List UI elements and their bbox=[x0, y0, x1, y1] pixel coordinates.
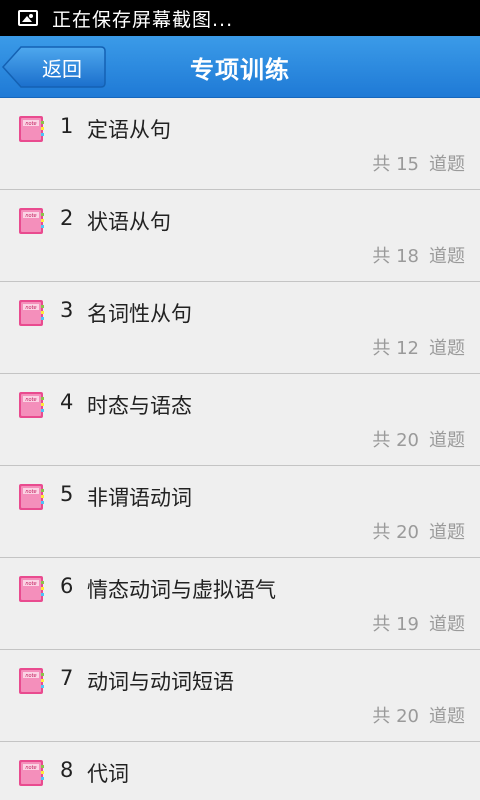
item-title: 名词性从句 bbox=[87, 302, 192, 326]
note-book-icon: note bbox=[19, 300, 44, 326]
item-index: 7 bbox=[60, 666, 74, 690]
item-count: 共 18 道题 bbox=[372, 242, 465, 268]
note-book-icon: note bbox=[19, 576, 44, 602]
count-unit: 道题 bbox=[429, 154, 465, 175]
note-book-icon: note bbox=[19, 208, 44, 234]
item-count: 共 19 道题 bbox=[372, 610, 465, 636]
item-title: 代词 bbox=[87, 762, 129, 786]
status-bar: 正在保存屏幕截图... bbox=[0, 0, 480, 36]
topic-list: note 1 定语从句 共 15 道题 note 2 状语从句 共 18 道题 bbox=[0, 98, 480, 800]
question-count: 共 19 bbox=[372, 614, 419, 635]
item-index: 6 bbox=[60, 574, 74, 598]
question-count: 共 20 bbox=[372, 430, 419, 451]
item-count: 共 15 道题 bbox=[372, 150, 465, 176]
note-book-icon: note bbox=[19, 668, 44, 694]
list-item[interactable]: note 4 时态与语态 共 20 道题 bbox=[0, 374, 480, 466]
item-index: 1 bbox=[60, 114, 74, 138]
item-index: 8 bbox=[60, 758, 74, 782]
svg-text:note: note bbox=[25, 581, 36, 587]
item-title: 情态动词与虚拟语气 bbox=[87, 578, 276, 602]
item-index: 3 bbox=[60, 298, 74, 322]
count-unit: 道题 bbox=[429, 706, 465, 727]
question-count: 共 15 bbox=[372, 154, 419, 175]
question-count: 共 12 bbox=[372, 338, 419, 359]
count-unit: 道题 bbox=[429, 430, 465, 451]
note-book-icon: note bbox=[19, 484, 44, 510]
note-book-icon: note bbox=[19, 760, 44, 786]
question-count: 共 20 bbox=[372, 706, 419, 727]
item-title: 时态与语态 bbox=[87, 394, 192, 418]
list-item[interactable]: note 6 情态动词与虚拟语气 共 19 道题 bbox=[0, 558, 480, 650]
count-unit: 道题 bbox=[429, 614, 465, 635]
item-count: 共 12 道题 bbox=[372, 334, 465, 360]
svg-text:note: note bbox=[25, 121, 36, 127]
item-index: 4 bbox=[60, 390, 74, 414]
title-bar: 专项训练 返回 bbox=[0, 36, 480, 98]
item-count: 共 20 道题 bbox=[372, 518, 465, 544]
question-count: 共 20 bbox=[372, 522, 419, 543]
list-item[interactable]: note 8 代词 bbox=[0, 742, 480, 800]
screenshot-icon bbox=[18, 10, 38, 26]
list-item[interactable]: note 5 非谓语动词 共 20 道题 bbox=[0, 466, 480, 558]
svg-text:note: note bbox=[25, 213, 36, 219]
back-button-label: 返回 bbox=[42, 56, 82, 81]
list-item[interactable]: note 1 定语从句 共 15 道题 bbox=[0, 98, 480, 190]
item-count: 共 20 道题 bbox=[372, 426, 465, 452]
svg-text:note: note bbox=[25, 305, 36, 311]
item-index: 5 bbox=[60, 482, 74, 506]
item-title: 定语从句 bbox=[87, 118, 171, 142]
question-count: 共 18 bbox=[372, 246, 419, 267]
note-book-icon: note bbox=[19, 392, 44, 418]
list-item[interactable]: note 2 状语从句 共 18 道题 bbox=[0, 190, 480, 282]
note-book-icon: note bbox=[19, 116, 44, 142]
item-title: 非谓语动词 bbox=[87, 486, 192, 510]
item-index: 2 bbox=[60, 206, 74, 230]
svg-text:note: note bbox=[25, 489, 36, 495]
status-text: 正在保存屏幕截图... bbox=[52, 8, 234, 31]
item-title: 状语从句 bbox=[87, 210, 171, 234]
count-unit: 道题 bbox=[429, 246, 465, 267]
back-button[interactable]: 返回 bbox=[2, 45, 106, 89]
list-item[interactable]: note 7 动词与动词短语 共 20 道题 bbox=[0, 650, 480, 742]
svg-text:note: note bbox=[25, 397, 36, 403]
item-count: 共 20 道题 bbox=[372, 702, 465, 728]
count-unit: 道题 bbox=[429, 522, 465, 543]
list-item[interactable]: note 3 名词性从句 共 12 道题 bbox=[0, 282, 480, 374]
svg-text:note: note bbox=[25, 765, 36, 771]
item-title: 动词与动词短语 bbox=[87, 670, 234, 694]
count-unit: 道题 bbox=[429, 338, 465, 359]
svg-text:note: note bbox=[25, 673, 36, 679]
